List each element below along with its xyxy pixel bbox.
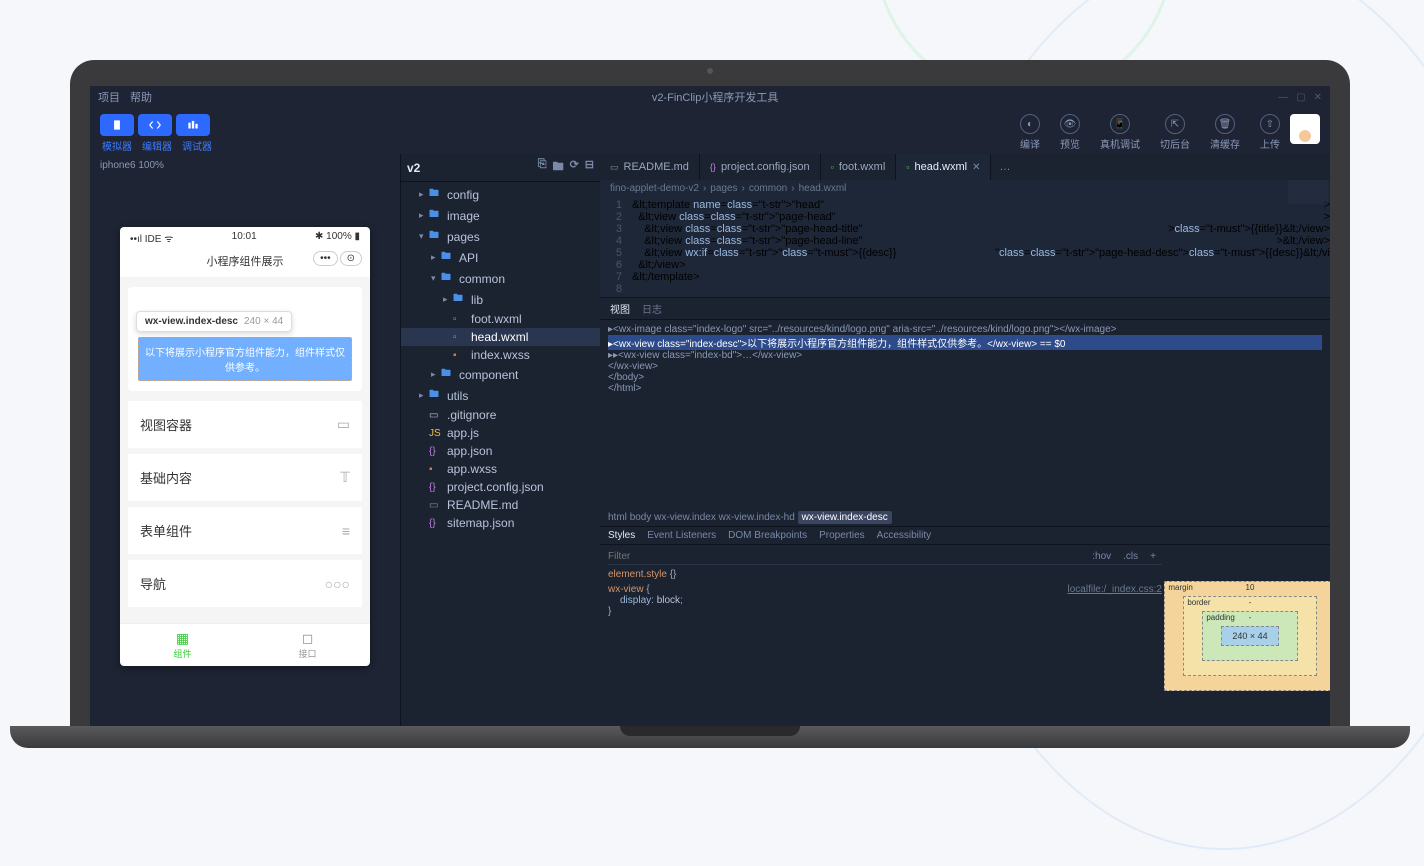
file-explorer: v2 ⎘ 🖿 ⟳ ⊟ ▸🖿config▸🖿image▾🖿pages▸🖿API▾🖿… <box>400 154 600 726</box>
tabbar-item[interactable]: ▦组件 <box>120 624 245 666</box>
tree-item[interactable]: ▫head.wxml <box>401 328 600 346</box>
mode-editor-button[interactable] <box>138 114 172 136</box>
styles-subtab[interactable]: Properties <box>819 530 865 541</box>
breadcrumb[interactable]: fino-applet-demo-v2›pages›common›head.wx… <box>600 180 1330 197</box>
tree-item[interactable]: ▸🖿utils <box>401 385 600 406</box>
tree-item[interactable]: ▾🖿pages <box>401 226 600 247</box>
phone-clock: 10:01 <box>232 231 257 245</box>
mode-debugger-button[interactable] <box>176 114 210 136</box>
tree-item[interactable]: {}sitemap.json <box>401 514 600 532</box>
preview-button[interactable]: 👁预览 <box>1060 114 1080 151</box>
mode-debugger-label: 调试器 <box>182 138 212 153</box>
new-folder-icon[interactable]: 🖿 <box>553 158 564 177</box>
tree-item[interactable]: ▸🖿component <box>401 364 600 385</box>
window-title: v2-FinClip小程序开发工具 <box>152 89 1278 105</box>
styles-panel[interactable]: :hov .cls + element.style {}</span><span… <box>600 545 1170 726</box>
box-model: margin10 border- padding- 240 × 44 <box>1170 545 1330 726</box>
capsule-menu-button[interactable]: ••• <box>313 251 338 266</box>
tabbar-item[interactable]: ◻接口 <box>245 624 370 666</box>
tree-item[interactable]: ▭README.md <box>401 496 600 514</box>
devtools-panel: 视图 日志 ▸<wx-image class="index-logo" src=… <box>600 297 1330 726</box>
refresh-icon[interactable]: ⟳ <box>570 158 579 177</box>
list-item[interactable]: 基础内容𝕋 <box>128 454 362 501</box>
editor-tab[interactable]: ▭README.md <box>600 154 700 180</box>
window-close-icon[interactable]: ✕ <box>1314 92 1322 103</box>
collapse-icon[interactable]: ⊟ <box>585 158 594 177</box>
editor-tab[interactable]: {}project.config.json <box>700 154 821 180</box>
clear-cache-button[interactable]: 🗑清缓存 <box>1210 114 1240 151</box>
dom-selected-node[interactable]: ▸<wx-view class="index-desc">以下将展示小程序官方组… <box>608 335 1322 350</box>
background-button[interactable]: ⇱切后台 <box>1160 114 1190 151</box>
list-item[interactable]: 视图容器▭ <box>128 401 362 448</box>
upload-button[interactable]: ⇧上传 <box>1260 114 1280 151</box>
styles-subtab[interactable]: Accessibility <box>877 530 931 541</box>
tree-item[interactable]: ▫foot.wxml <box>401 310 600 328</box>
hov-toggle[interactable]: :hov <box>1092 551 1111 562</box>
tree-item[interactable]: ▸🖿API <box>401 247 600 268</box>
simulator-panel: iphone6 100% ••ıl IDE ᯤ 10:01 ✱ 100% ▮ 小… <box>90 154 400 726</box>
dom-inspector[interactable]: ▸<wx-image class="index-logo" src="../re… <box>600 320 1330 509</box>
tree-item[interactable]: {}app.json <box>401 442 600 460</box>
styles-filter-input[interactable] <box>608 551 1086 562</box>
remote-button[interactable]: 📱真机调试 <box>1100 114 1140 151</box>
tree-item[interactable]: {}project.config.json <box>401 478 600 496</box>
mode-simulator-button[interactable] <box>100 114 134 136</box>
inspector-tooltip: wx-view.index-desc240 × 44 <box>136 311 292 332</box>
user-avatar[interactable] <box>1290 114 1320 144</box>
styles-subtab[interactable]: DOM Breakpoints <box>728 530 807 541</box>
tree-item[interactable]: ▸🖿config <box>401 184 600 205</box>
highlighted-element: 以下将展示小程序官方组件能力，组件样式仅供参考。 <box>138 337 352 381</box>
capsule-close-button[interactable]: ⊙ <box>340 251 362 266</box>
editor-panel: ▭README.md{}project.config.json▫foot.wxm… <box>600 154 1330 726</box>
tree-item[interactable]: ▸🖿lib <box>401 289 600 310</box>
add-rule-icon[interactable]: + <box>1150 551 1156 562</box>
mode-editor-label: 编辑器 <box>142 138 172 153</box>
box-model-content: 240 × 44 <box>1221 626 1278 646</box>
styles-subtab[interactable]: Event Listeners <box>647 530 716 541</box>
tree-item[interactable]: ▸🖿image <box>401 205 600 226</box>
devtools-tab-log[interactable]: 日志 <box>642 301 662 316</box>
tab-overflow-icon[interactable]: … <box>991 154 1018 180</box>
compile-button[interactable]: ◐编译 <box>1020 114 1040 151</box>
menu-help[interactable]: 帮助 <box>130 89 152 105</box>
tree-item[interactable]: ▾🖿common <box>401 268 600 289</box>
menu-project[interactable]: 项目 <box>98 89 120 105</box>
editor-tab[interactable]: ▫foot.wxml <box>821 154 897 180</box>
ide-window: 项目 帮助 v2-FinClip小程序开发工具 — ▢ ✕ <box>90 86 1330 726</box>
phone-signal: ••ıl IDE ᯤ <box>130 231 173 245</box>
window-max-icon[interactable]: ▢ <box>1296 92 1305 103</box>
list-item[interactable]: 导航○○○ <box>128 560 362 607</box>
devtools-tab-view[interactable]: 视图 <box>610 301 630 316</box>
styles-subtab[interactable]: Styles <box>608 530 635 541</box>
phone-frame: ••ıl IDE ᯤ 10:01 ✱ 100% ▮ 小程序组件展示 ••• ⊙ <box>120 227 370 666</box>
phone-page-title: 小程序组件展示 <box>207 256 284 268</box>
tree-item[interactable]: ▪app.wxss <box>401 460 600 478</box>
mode-simulator-label: 模拟器 <box>102 138 132 153</box>
new-file-icon[interactable]: ⎘ <box>538 158 547 177</box>
dom-breadcrumb[interactable]: html body wx-view.index wx-view.index-hd… <box>600 509 1330 527</box>
phone-battery: ✱ 100% ▮ <box>315 231 360 245</box>
list-item[interactable]: 表单组件≡ <box>128 507 362 554</box>
tree-item[interactable]: ▭.gitignore <box>401 406 600 424</box>
tree-item[interactable]: ▪index.wxss <box>401 346 600 364</box>
simulator-device-label[interactable]: iphone6 100% <box>90 154 400 177</box>
editor-tab[interactable]: ▫head.wxml✕ <box>896 154 991 180</box>
toolbar: 模拟器 编辑器 调试器 ◐编译 👁预览 📱真机调试 ⇱切后台 🗑清缓存 ⇧上传 <box>90 108 1330 154</box>
tree-item[interactable]: JSapp.js <box>401 424 600 442</box>
code-editor[interactable]: 1&lt;template name=class="t-str">"head">… <box>600 197 1330 297</box>
cls-toggle[interactable]: .cls <box>1123 551 1138 562</box>
minimap[interactable] <box>1288 180 1328 300</box>
laptop-frame: 项目 帮助 v2-FinClip小程序开发工具 — ▢ ✕ <box>70 60 1350 748</box>
menubar: 项目 帮助 v2-FinClip小程序开发工具 — ▢ ✕ <box>90 86 1330 108</box>
close-icon[interactable]: ✕ <box>972 162 980 173</box>
explorer-root-label[interactable]: v2 <box>407 161 420 175</box>
window-min-icon[interactable]: — <box>1278 92 1288 103</box>
